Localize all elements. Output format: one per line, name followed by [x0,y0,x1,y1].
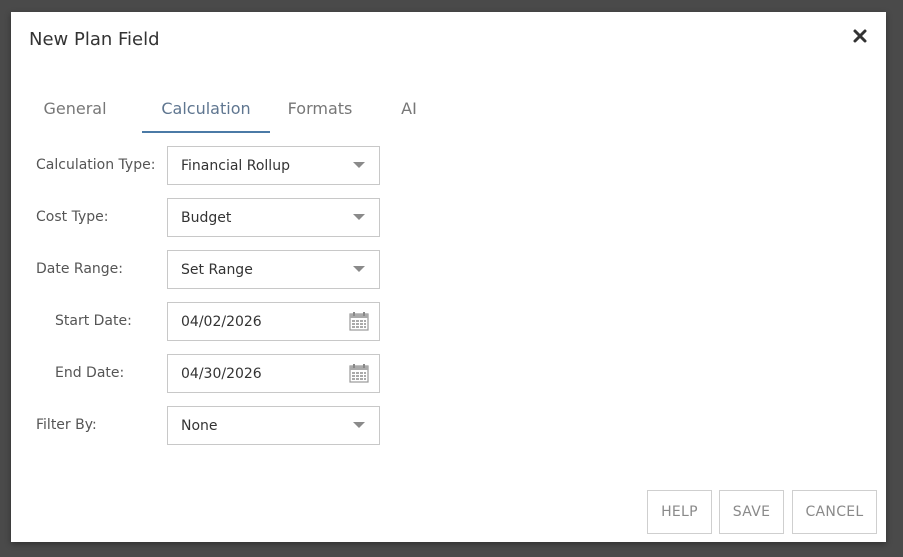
calculation-type-value: Financial Rollup [181,158,290,174]
calculation-type-label: Calculation Type: [36,157,156,173]
date-range-label: Date Range: [36,261,124,277]
cost-type-label: Cost Type: [36,209,109,225]
filter-by-select[interactable]: None [167,406,380,445]
tab-formats[interactable]: Formats [287,95,353,131]
close-icon[interactable] [852,28,868,44]
tab-ai[interactable]: AI [397,95,421,131]
end-date-value: 04/30/2026 [181,366,262,382]
calculation-type-select[interactable]: Financial Rollup [167,146,380,185]
start-date-label: Start Date: [55,313,132,329]
save-button[interactable]: SAVE [719,490,784,534]
calculation-type-row: Calculation Type: Financial Rollup [36,146,396,185]
cost-type-row: Cost Type: Budget [36,198,396,237]
chevron-down-icon[interactable] [353,214,365,220]
chevron-down-icon[interactable] [353,266,365,272]
date-range-select[interactable]: Set Range [167,250,380,289]
calendar-icon[interactable] [349,363,369,383]
end-date-row: End Date: 04/30/2026 [36,354,396,393]
start-date-row: Start Date: 04/02/2026 [36,302,396,341]
start-date-field[interactable]: 04/02/2026 [167,302,380,341]
dialog-title: New Plan Field [29,29,160,50]
date-range-value: Set Range [181,262,253,278]
end-date-field[interactable]: 04/30/2026 [167,354,380,393]
chevron-down-icon[interactable] [353,162,365,168]
new-plan-field-dialog: New Plan Field General Calculation Forma… [11,12,886,542]
calendar-icon[interactable] [349,311,369,331]
filter-by-row: Filter By: None [36,406,396,445]
tab-general[interactable]: General [42,95,108,131]
help-button[interactable]: HELP [647,490,712,534]
end-date-label: End Date: [55,365,125,381]
start-date-value: 04/02/2026 [181,314,262,330]
cancel-button[interactable]: CANCEL [792,490,877,534]
cost-type-value: Budget [181,210,232,226]
filter-by-label: Filter By: [36,417,97,433]
tab-bar: General Calculation Formats AI [11,95,886,133]
tab-calculation[interactable]: Calculation [142,95,270,133]
cost-type-select[interactable]: Budget [167,198,380,237]
date-range-row: Date Range: Set Range [36,250,396,289]
chevron-down-icon[interactable] [353,422,365,428]
filter-by-value: None [181,418,218,434]
